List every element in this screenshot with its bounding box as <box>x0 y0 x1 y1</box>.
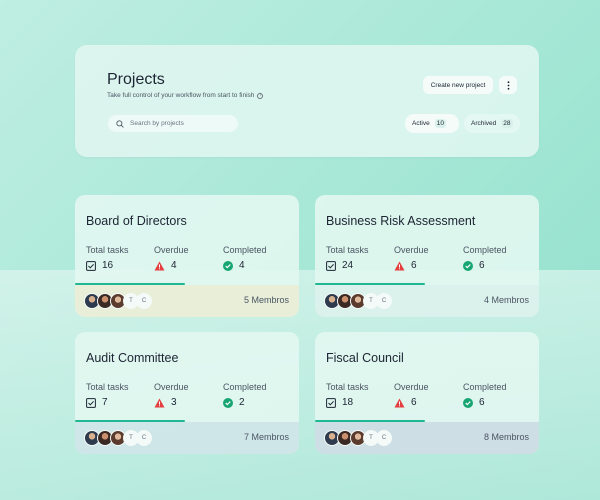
completed-value: 6 <box>479 397 485 408</box>
check-circle-icon <box>463 397 473 408</box>
completed-stat: Completed 6 <box>463 245 507 271</box>
warning-icon <box>394 261 405 270</box>
project-title: Board of Directors <box>86 214 187 228</box>
projects-header-panel: Projects Take full control of your workf… <box>75 45 539 157</box>
members-count: 8 Membros <box>483 432 529 442</box>
overdue-stat: Overdue 4 <box>154 245 189 271</box>
overdue-stat: Overdue 6 <box>394 245 429 271</box>
total-tasks-label: Total tasks <box>86 382 129 392</box>
project-card[interactable]: Fiscal Council Total tasks 18 Overdue 6 … <box>315 332 539 454</box>
total-tasks-label: Total tasks <box>86 245 129 255</box>
search-input[interactable] <box>130 120 230 127</box>
checkbox-icon <box>86 397 96 408</box>
total-tasks-stat: Total tasks 24 <box>326 245 369 271</box>
overdue-label: Overdue <box>154 245 189 255</box>
overdue-stat: Overdue 6 <box>394 382 429 408</box>
filter-active-tab[interactable]: Active 10 <box>405 114 459 133</box>
total-tasks-stat: Total tasks 7 <box>86 382 129 408</box>
check-circle-icon <box>223 260 233 271</box>
overdue-value: 6 <box>411 397 417 408</box>
warning-icon <box>394 398 405 407</box>
overdue-stat: Overdue 3 <box>154 382 189 408</box>
filter-archived-label: Archived <box>471 120 497 127</box>
total-tasks-label: Total tasks <box>326 245 369 255</box>
filter-archived-tab[interactable]: Archived 28 <box>464 114 520 133</box>
project-card[interactable]: Business Risk Assessment Total tasks 24 … <box>315 195 539 317</box>
total-tasks-stat: Total tasks 16 <box>86 245 129 271</box>
warning-icon <box>154 261 165 270</box>
overdue-label: Overdue <box>394 382 429 392</box>
more-options-button[interactable] <box>499 76 517 94</box>
overdue-label: Overdue <box>154 382 189 392</box>
card-footer: T C 8 Membros <box>315 422 539 454</box>
overdue-value: 4 <box>171 260 177 271</box>
completed-value: 6 <box>479 260 485 271</box>
check-circle-icon <box>223 397 233 408</box>
project-title: Business Risk Assessment <box>326 214 476 228</box>
completed-label: Completed <box>463 245 507 255</box>
card-footer: T C 5 Membros <box>75 285 299 317</box>
total-tasks-value: 16 <box>102 260 114 271</box>
member-avatars[interactable]: T C <box>324 430 392 446</box>
kebab-menu-icon <box>507 80 509 90</box>
overdue-label: Overdue <box>394 245 429 255</box>
avatar-initial: C <box>376 430 392 446</box>
search-box[interactable] <box>108 115 238 132</box>
page-subtitle: Take full control of your workflow from … <box>107 92 255 99</box>
info-icon[interactable]: i <box>257 92 264 99</box>
members-count: 5 Membros <box>243 295 289 305</box>
total-tasks-label: Total tasks <box>326 382 369 392</box>
total-tasks-value: 18 <box>342 397 354 408</box>
checkbox-icon <box>86 260 96 271</box>
total-tasks-value: 7 <box>102 397 108 408</box>
checkbox-icon <box>326 397 336 408</box>
avatar-initial: C <box>136 293 152 309</box>
completed-label: Completed <box>463 382 507 392</box>
total-tasks-value: 24 <box>342 260 354 271</box>
completed-stat: Completed 2 <box>223 382 267 408</box>
project-title: Fiscal Council <box>326 351 404 365</box>
search-icon <box>116 119 124 128</box>
warning-icon <box>154 398 165 407</box>
member-avatars[interactable]: T C <box>84 293 152 309</box>
project-title: Audit Committee <box>86 351 179 365</box>
check-circle-icon <box>463 260 473 271</box>
card-footer: T C 4 Membros <box>315 285 539 317</box>
page-title: Projects <box>107 71 165 88</box>
filter-archived-count: 28 <box>501 119 513 128</box>
project-card[interactable]: Board of Directors Total tasks 16 Overdu… <box>75 195 299 317</box>
member-avatars[interactable]: T C <box>84 430 152 446</box>
filter-active-label: Active <box>412 120 430 127</box>
overdue-value: 3 <box>171 397 177 408</box>
members-count: 7 Membros <box>243 432 289 442</box>
total-tasks-stat: Total tasks 18 <box>326 382 369 408</box>
create-project-button[interactable]: Create new project <box>423 76 493 94</box>
filter-active-count: 10 <box>434 119 446 128</box>
member-avatars[interactable]: T C <box>324 293 392 309</box>
members-count: 4 Membros <box>483 295 529 305</box>
completed-stat: Completed 6 <box>463 382 507 408</box>
card-footer: T C 7 Membros <box>75 422 299 454</box>
overdue-value: 6 <box>411 260 417 271</box>
project-card[interactable]: Audit Committee Total tasks 7 Overdue 3 … <box>75 332 299 454</box>
completed-label: Completed <box>223 245 267 255</box>
completed-stat: Completed 4 <box>223 245 267 271</box>
completed-value: 2 <box>239 397 245 408</box>
completed-value: 4 <box>239 260 245 271</box>
checkbox-icon <box>326 260 336 271</box>
page-subtitle-row: Take full control of your workflow from … <box>107 92 264 99</box>
avatar-initial: C <box>136 430 152 446</box>
avatar-initial: C <box>376 293 392 309</box>
completed-label: Completed <box>223 382 267 392</box>
